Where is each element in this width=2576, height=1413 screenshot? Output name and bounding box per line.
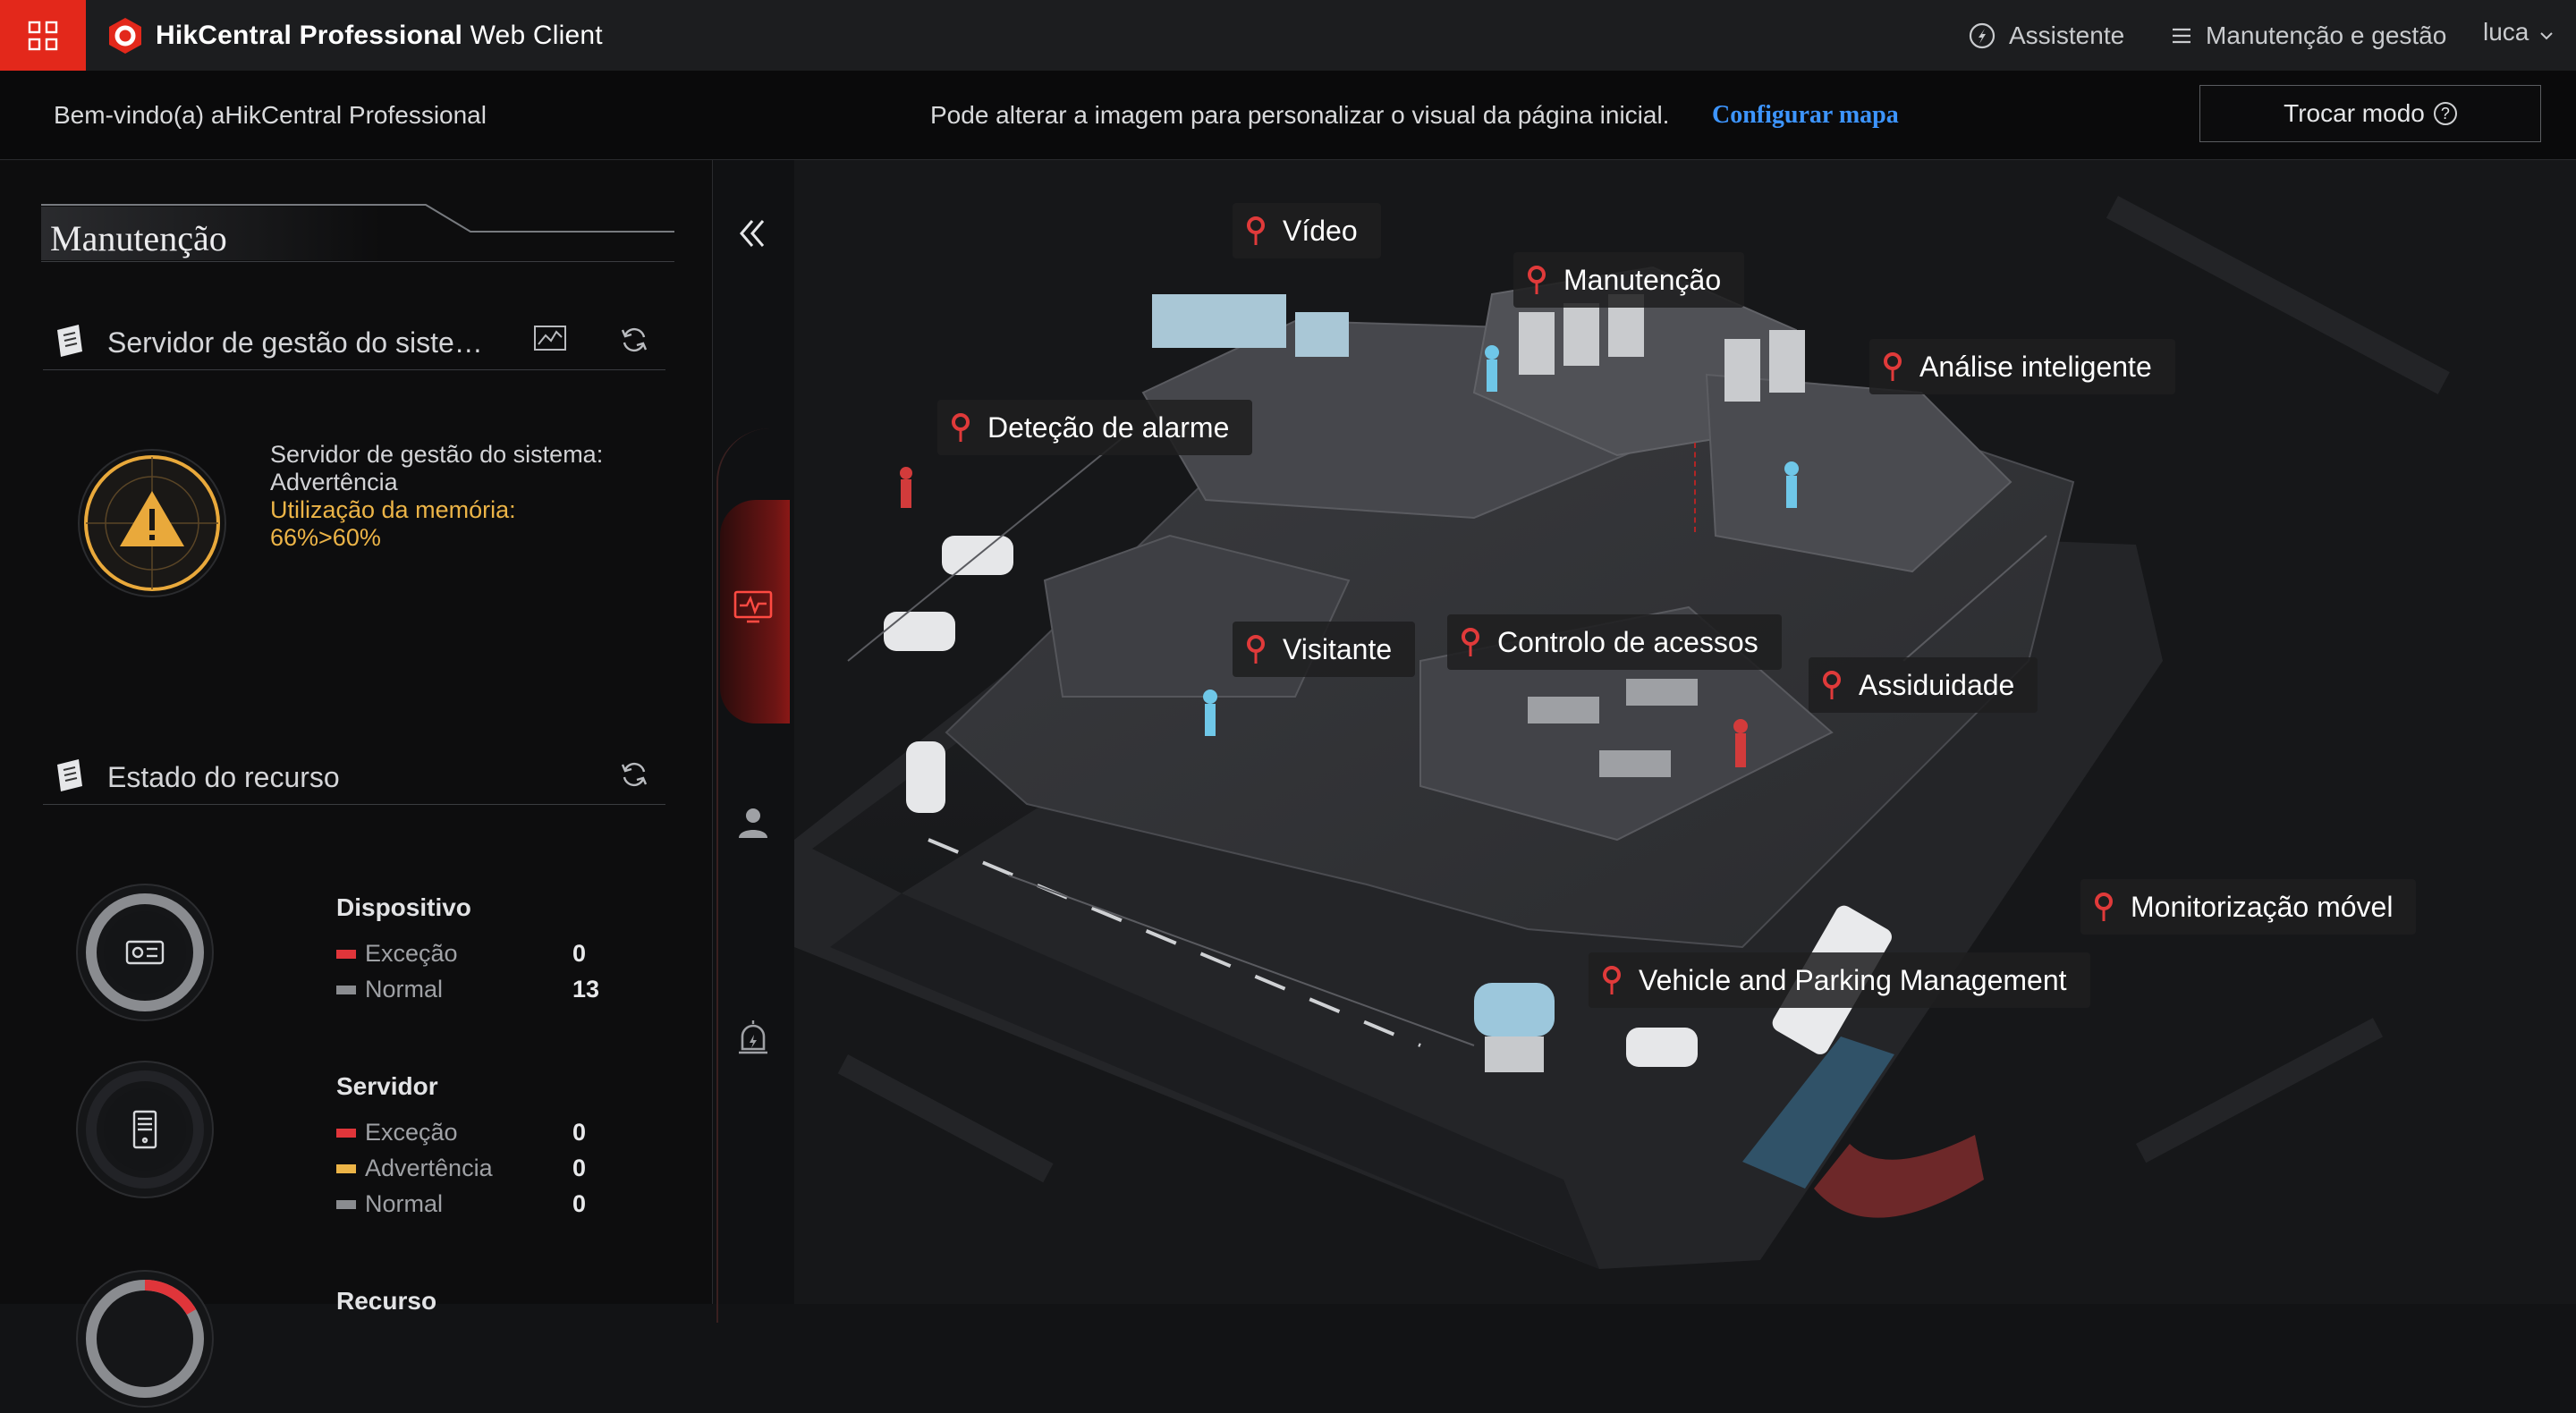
zone-vehicle-parking[interactable]: Vehicle and Parking Management — [1589, 952, 2090, 1008]
grid-icon — [28, 21, 58, 51]
zone-visitor[interactable]: Visitante — [1233, 622, 1416, 677]
device-exception-row: Exceção — [336, 940, 458, 968]
collapse-icon[interactable] — [733, 214, 772, 258]
maintenance-management-label: Manutenção e gestão — [2206, 21, 2447, 49]
person-icon[interactable] — [734, 804, 772, 846]
app-menu-button[interactable] — [0, 0, 86, 71]
top-bar: HikCentral Professional Web Client Assis… — [0, 0, 2576, 71]
resource-title: Recurso — [336, 1287, 437, 1315]
server-section-header: Servidor de gestão do siste… — [43, 310, 665, 370]
zone-alarm-detection-label: Deteção de alarme — [987, 410, 1230, 444]
compass-icon — [1968, 21, 1996, 50]
help-icon: ? — [2433, 102, 2457, 125]
refresh-icon[interactable] — [619, 759, 649, 794]
user-name: luca — [2483, 18, 2529, 46]
zone-smart-analysis-label: Análise inteligente — [1919, 350, 2152, 383]
user-menu[interactable]: luca — [2483, 18, 2554, 47]
monitor-pulse-icon — [733, 589, 774, 630]
welcome-bar: Bem-vindo(a) aHikCentral Professional Po… — [0, 71, 2576, 160]
server-ring — [75, 1060, 215, 1204]
server-status-text: Servidor de gestão do sistema: Advertênc… — [270, 441, 603, 552]
server-title: Servidor — [336, 1072, 438, 1100]
server-exception-label: Exceção — [365, 1119, 458, 1146]
zone-mobile-monitoring[interactable]: Monitorização móvel — [2080, 879, 2417, 935]
video-pin-stem — [1694, 443, 1698, 532]
switch-mode-button[interactable]: Trocar modo ? — [2199, 85, 2541, 142]
zone-video[interactable]: Vídeo — [1233, 203, 1381, 258]
resource-section-label: Estado do recurso — [107, 761, 340, 793]
maintenance-management-button[interactable]: Manutenção e gestão — [2170, 18, 2446, 54]
server-warning-row: Advertência — [336, 1155, 493, 1182]
server-section-label: Servidor de gestão do siste… — [107, 326, 483, 359]
panel-header: Manutenção — [41, 203, 674, 262]
module-nav-strip — [712, 160, 796, 1323]
resource-section-header: Estado do recurso — [43, 745, 665, 805]
panel-title: Manutenção — [50, 218, 227, 258]
zone-video-label: Vídeo — [1283, 214, 1358, 247]
server-warning-value: 0 — [572, 1155, 587, 1181]
server-warning-label: Advertência — [365, 1155, 493, 1181]
device-exception-value: 0 — [572, 940, 587, 967]
zone-vehicle-parking-label: Vehicle and Parking Management — [1639, 963, 2067, 996]
building-illustration — [794, 160, 2576, 1304]
switch-mode-label: Trocar modo — [2284, 99, 2425, 127]
map-pin-icon — [1821, 670, 1843, 700]
chart-icon[interactable] — [533, 325, 567, 358]
server-normal-value: 0 — [572, 1190, 587, 1217]
smart-building-map[interactable]: Vídeo Manutenção Análise inteligente Det… — [794, 160, 2576, 1304]
zone-alarm-detection[interactable]: Deteção de alarme — [937, 400, 1253, 455]
server-status-value: Advertência — [270, 469, 398, 495]
server-exception-row: Exceção — [336, 1119, 458, 1146]
map-pin-icon — [950, 412, 971, 443]
welcome-text: Bem-vindo(a) aHikCentral Professional — [54, 101, 487, 129]
map-pin-icon — [1601, 965, 1623, 995]
device-title: Dispositivo — [336, 893, 471, 921]
maintenance-panel: Manutenção Servidor de gestão do siste… … — [0, 160, 712, 1408]
refresh-icon[interactable] — [619, 325, 649, 360]
list-icon — [2170, 24, 2193, 47]
server-normal-label: Normal — [365, 1190, 444, 1217]
map-pin-icon — [1245, 216, 1267, 246]
zone-attendance[interactable]: Assiduidade — [1809, 657, 2038, 713]
server-document-icon — [52, 323, 88, 363]
memory-usage-value: 66%>60% — [270, 524, 381, 551]
map-pin-icon — [2093, 892, 2114, 922]
app-title: HikCentral Professional Web Client — [156, 21, 603, 50]
device-normal-row: Normal — [336, 976, 443, 1003]
map-pin-icon — [1526, 265, 1547, 295]
device-normal-label: Normal — [365, 976, 444, 1003]
device-normal-value: 13 — [572, 976, 600, 1003]
server-status-title: Servidor de gestão do sistema: — [270, 441, 604, 468]
brand: HikCentral Professional Web Client — [106, 16, 603, 55]
server-exception-value: 0 — [572, 1119, 587, 1146]
zone-attendance-label: Assiduidade — [1859, 668, 2015, 701]
chevron-down-icon — [2539, 18, 2554, 47]
server-normal-row: Normal — [336, 1190, 443, 1218]
map-pin-icon — [1460, 627, 1481, 657]
zone-visitor-label: Visitante — [1283, 632, 1393, 665]
assistant-button[interactable]: Assistente — [1968, 18, 2124, 54]
resource-ring — [75, 1269, 215, 1413]
configure-map-link[interactable]: Configurar mapa — [1712, 101, 1899, 130]
map-pin-icon — [1882, 351, 1903, 382]
resource-document-icon — [52, 757, 88, 798]
alarm-light-icon[interactable] — [734, 1019, 772, 1061]
map-pin-icon — [1245, 634, 1267, 664]
hikcentral-logo-icon — [109, 18, 141, 54]
memory-usage-label: Utilização da memória: — [270, 496, 516, 523]
customize-hint: Pode alterar a imagem para personalizar … — [930, 101, 1670, 129]
zone-access-control-label: Controlo de acessos — [1497, 625, 1758, 658]
zone-maintenance[interactable]: Manutenção — [1513, 252, 1745, 308]
zone-smart-analysis[interactable]: Análise inteligente — [1869, 339, 2175, 394]
warning-status-indicator — [75, 446, 229, 600]
zone-mobile-monitoring-label: Monitorização móvel — [2131, 890, 2394, 923]
assistant-label: Assistente — [2009, 21, 2125, 49]
zone-access-control[interactable]: Controlo de acessos — [1447, 614, 1782, 670]
device-exception-label: Exceção — [365, 940, 458, 967]
zone-maintenance-label: Manutenção — [1563, 263, 1722, 296]
device-ring — [75, 883, 215, 1027]
